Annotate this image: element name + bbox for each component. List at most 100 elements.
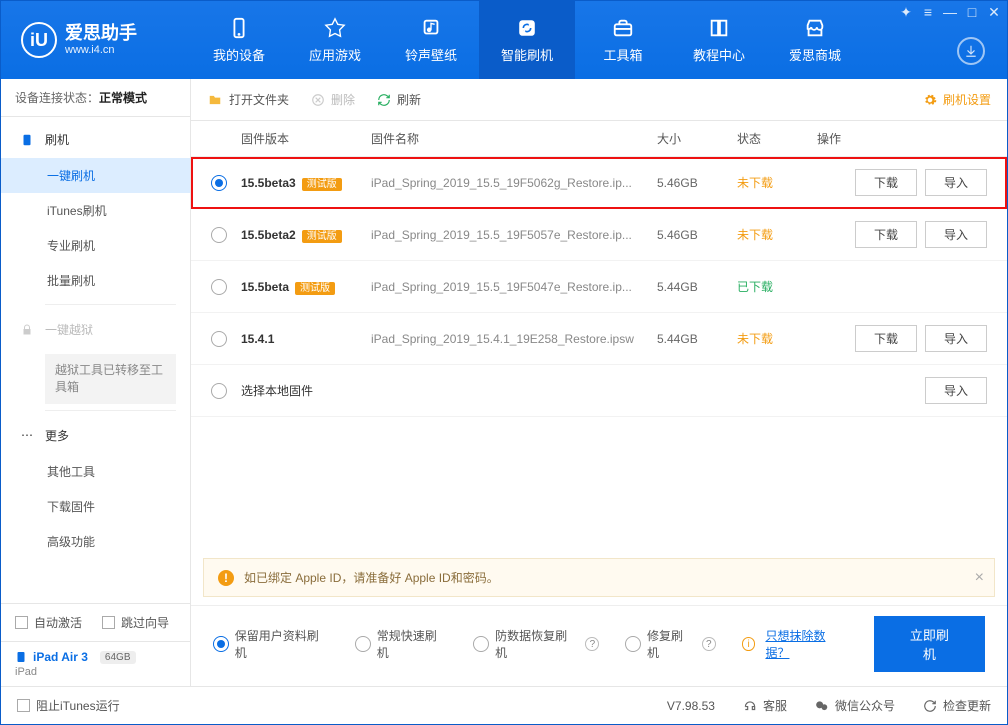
help-icon[interactable]: ? <box>585 637 599 651</box>
main-nav: 我的设备 应用游戏铃声壁纸智能刷机 工具箱教程中心爱思商城 <box>191 1 863 79</box>
import-button[interactable]: 导入 <box>925 169 987 196</box>
help-icon[interactable]: ? <box>702 637 716 651</box>
nav-toolbox[interactable]: 工具箱 <box>575 1 671 79</box>
download-manager-icon[interactable] <box>957 37 985 65</box>
firmware-name: iPad_Spring_2019_15.4.1_19E258_Restore.i… <box>371 332 657 346</box>
device-icon <box>228 17 250 39</box>
version-text: 15.4.1 <box>241 332 274 346</box>
firmware-row[interactable]: 15.4.1 iPad_Spring_2019_15.4.1_19E258_Res… <box>191 313 1007 365</box>
sidebar-head-jailbreak: 一键越狱 <box>1 311 190 348</box>
import-button[interactable]: 导入 <box>925 377 987 404</box>
firmware-size: 5.46GB <box>657 228 737 242</box>
col-version: 固件版本 <box>241 130 371 147</box>
device-info[interactable]: iPad Air 3 64GB iPad <box>1 641 190 686</box>
toolbox-icon <box>612 17 634 39</box>
maximize-icon[interactable]: □ <box>965 5 979 19</box>
auto-activate-checkbox[interactable]: 自动激活 <box>15 614 82 631</box>
version-text: 选择本地固件 <box>241 384 313 398</box>
firmware-size: 5.44GB <box>657 332 737 346</box>
version-text: 15.5beta2 <box>241 228 296 242</box>
nav-apps[interactable]: 应用游戏 <box>287 1 383 79</box>
firmware-row[interactable]: 15.5beta2 测试版 iPad_Spring_2019_15.5_19F505… <box>191 209 1007 261</box>
opt-repair[interactable]: 修复刷机? <box>625 627 715 661</box>
alert-close-icon[interactable]: × <box>975 569 984 587</box>
beta-badge: 测试版 <box>302 230 342 243</box>
update-icon <box>923 699 937 713</box>
download-button[interactable]: 下载 <box>855 221 917 248</box>
refresh-button[interactable]: 刷新 <box>377 91 421 108</box>
toolbar: 打开文件夹 删除 刷新 刷机设置 <box>191 79 1007 121</box>
header: iU 爱思助手 www.i4.cn 我的设备应用游戏铃声壁纸智能刷机工具箱教程中… <box>1 1 1007 79</box>
app-version: V7.98.53 <box>667 699 715 713</box>
row-radio[interactable] <box>211 227 227 243</box>
firmware-row[interactable]: 15.5beta 测试版 iPad_Spring_2019_15.5_19F5047… <box>191 261 1007 313</box>
appleid-alert: ! 如已绑定 Apple ID，请准备好 Apple ID和密码。 × <box>203 558 995 597</box>
refresh-icon <box>377 93 391 107</box>
firmware-name: iPad_Spring_2019_15.5_19F5057e_Restore.i… <box>371 228 657 242</box>
nav-book[interactable]: 教程中心 <box>671 1 767 79</box>
row-radio[interactable] <box>211 279 227 295</box>
flash-settings-button[interactable]: 刷机设置 <box>923 91 991 108</box>
sidebar-head-flash[interactable]: 刷机 <box>1 121 190 158</box>
firmware-row[interactable]: 选择本地固件 导入 <box>191 365 1007 417</box>
window-controls: ✦ ≡ — □ ✕ <box>899 5 1001 19</box>
sidebar-item[interactable]: 高级功能 <box>1 524 190 559</box>
col-status: 状态 <box>737 130 817 147</box>
flash-icon <box>19 132 35 148</box>
download-button[interactable]: 下载 <box>855 325 917 352</box>
device-type: iPad <box>15 666 176 678</box>
logo-icon: iU <box>21 22 57 58</box>
nav-label: 智能刷机 <box>501 45 553 64</box>
delete-button: 删除 <box>311 91 355 108</box>
row-radio[interactable] <box>211 331 227 347</box>
import-button[interactable]: 导入 <box>925 221 987 248</box>
minimize-icon[interactable]: — <box>943 5 957 19</box>
apps-icon <box>324 17 346 39</box>
nav-music[interactable]: 铃声壁纸 <box>383 1 479 79</box>
firmware-status: 已下载 <box>737 278 817 295</box>
skip-guide-checkbox[interactable]: 跳过向导 <box>102 614 169 631</box>
flash-now-button[interactable]: 立即刷机 <box>874 616 985 672</box>
wechat-link[interactable]: 微信公众号 <box>815 697 895 714</box>
flash-options: 保留用户资料刷机 常规快速刷机 防数据恢复刷机? 修复刷机? i只想抹除数据？ … <box>191 605 1007 686</box>
opt-antirecovery[interactable]: 防数据恢复刷机? <box>473 627 599 661</box>
storage-badge: 64GB <box>100 651 136 664</box>
book-icon <box>708 17 730 39</box>
beta-badge: 测试版 <box>295 282 335 295</box>
check-update-link[interactable]: 检查更新 <box>923 697 991 714</box>
info-icon: i <box>742 637 756 651</box>
sidebar-item[interactable]: 下载固件 <box>1 489 190 524</box>
firmware-name: iPad_Spring_2019_15.5_19F5047e_Restore.i… <box>371 280 657 294</box>
app-name: 爱思助手 <box>65 24 137 44</box>
firmware-row[interactable]: 15.5beta3测试版iPad_Spring_2019_15.5_19F506… <box>191 157 1007 209</box>
col-name: 固件名称 <box>371 130 657 147</box>
nav-refresh[interactable]: 智能刷机 <box>479 1 575 79</box>
opt-normal[interactable]: 常规快速刷机 <box>355 627 447 661</box>
sidebar-item[interactable]: 其他工具 <box>1 454 190 489</box>
close-icon[interactable]: ✕ <box>987 5 1001 19</box>
firmware-status: 未下载 <box>737 174 817 191</box>
activation-row: 自动激活 跳过向导 <box>1 604 190 641</box>
sidebar: 设备连接状态：正常模式 刷机 一键刷机iTunes刷机专业刷机批量刷机 一键越狱… <box>1 79 191 686</box>
download-button[interactable]: 下载 <box>855 169 917 196</box>
nav-label: 我的设备 <box>213 45 265 64</box>
import-button[interactable]: 导入 <box>925 325 987 352</box>
opt-keep-data[interactable]: 保留用户资料刷机 <box>213 627 329 661</box>
sidebar-item[interactable]: iTunes刷机 <box>1 193 190 228</box>
open-folder-button[interactable]: 打开文件夹 <box>207 91 289 108</box>
sidebar-item[interactable]: 专业刷机 <box>1 228 190 263</box>
block-itunes-checkbox[interactable]: 阻止iTunes运行 <box>17 697 120 714</box>
row-radio[interactable] <box>211 175 227 191</box>
skin-icon[interactable]: ✦ <box>899 5 913 19</box>
erase-link[interactable]: i只想抹除数据？ <box>742 627 848 661</box>
menu-icon[interactable]: ≡ <box>921 5 935 19</box>
nav-shop[interactable]: 爱思商城 <box>767 1 863 79</box>
sidebar-item[interactable]: 批量刷机 <box>1 263 190 298</box>
row-radio[interactable] <box>211 383 227 399</box>
warning-icon: ! <box>218 570 234 586</box>
nav-device[interactable]: 我的设备 <box>191 1 287 79</box>
sidebar-head-more[interactable]: ⋯ 更多 <box>1 417 190 454</box>
version-text: 15.5beta <box>241 280 289 294</box>
sidebar-item[interactable]: 一键刷机 <box>1 158 190 193</box>
support-link[interactable]: 客服 <box>743 697 787 714</box>
